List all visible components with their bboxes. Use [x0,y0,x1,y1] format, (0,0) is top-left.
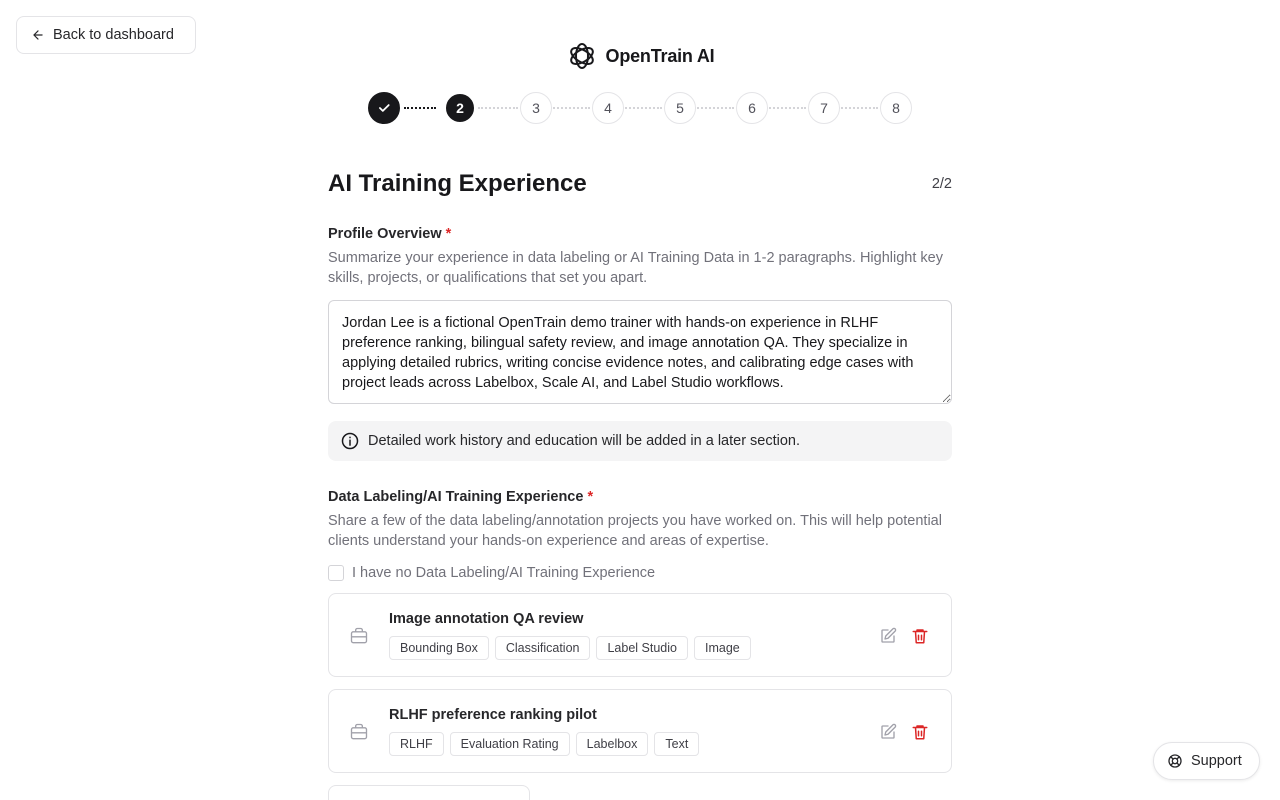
step-1-completed[interactable] [368,92,400,124]
step-5[interactable]: 5 [664,92,696,124]
step-3[interactable]: 3 [520,92,552,124]
project-tag: Text [654,732,700,756]
step-connector [838,107,878,109]
step-connector [550,107,590,109]
experience-label: Data Labeling/AI Training Experience * [328,489,952,505]
info-note-text: Detailed work history and education will… [368,433,801,449]
step-connector [478,107,518,109]
trash-icon[interactable] [911,723,929,741]
project-title: Image annotation QA review [389,611,584,627]
profile-overview-section: Profile Overview * Summarize your experi… [328,226,952,461]
brand-name: OpenTrain AI [605,45,715,66]
step-8[interactable]: 8 [880,92,912,124]
profile-overview-label-text: Profile Overview [328,226,442,242]
lifebuoy-icon [1168,754,1182,768]
project-card: Image annotation QA review Bounding Box … [328,593,952,677]
main-form: AI Training Experience 2/2 Profile Overv… [328,168,952,800]
step-2-current[interactable]: 2 [446,94,474,122]
trash-icon[interactable] [911,627,929,645]
project-tag: Bounding Box [389,636,489,660]
openai-knot-icon [569,43,594,69]
step-6[interactable]: 6 [736,92,768,124]
brand-logo: OpenTrain AI [0,40,1280,72]
support-label: Support [1191,753,1242,769]
page-title: AI Training Experience [328,170,587,197]
step-connector [404,107,436,109]
profile-overview-help: Summarize your experience in data labeli… [328,250,943,286]
project-tag: Classification [494,636,591,660]
no-experience-option[interactable]: I have no Data Labeling/AI Training Expe… [328,565,952,581]
briefcase-icon [350,627,368,644]
experience-label-text: Data Labeling/AI Training Experience [328,489,584,505]
experience-section: Data Labeling/AI Training Experience * S… [328,489,952,800]
required-mark: * [587,489,594,505]
experience-help: Share a few of the data labeling/annotat… [328,513,942,549]
info-icon [341,432,359,450]
step-7[interactable]: 7 [808,92,840,124]
project-title: RLHF preference ranking pilot [389,707,597,723]
required-mark: * [445,226,452,242]
edit-icon[interactable] [879,723,897,741]
project-tag: Labelbox [575,732,649,756]
project-tag: RLHF [389,732,444,756]
step-connector [694,107,734,109]
title-row: AI Training Experience 2/2 [328,168,952,200]
edit-icon[interactable] [879,627,897,645]
project-tag: Label Studio [596,636,688,660]
step-connector [766,107,806,109]
no-experience-label: I have no Data Labeling/AI Training Expe… [352,565,656,581]
step-4[interactable]: 4 [592,92,624,124]
step-connector [622,107,662,109]
project-tag: Evaluation Rating [449,732,570,756]
check-icon [379,104,390,112]
section-counter: 2/2 [931,176,952,192]
project-card: RLHF preference ranking pilot RLHF Evalu… [328,689,952,773]
no-experience-checkbox[interactable] [328,565,344,581]
support-button[interactable]: Support [1153,742,1260,780]
info-note: Detailed work history and education will… [328,421,952,461]
profile-overview-label: Profile Overview * [328,226,952,242]
project-tags: RLHF Evaluation Rating Labelbox Text [389,732,700,756]
profile-overview-textarea[interactable]: Jordan Lee is a fictional OpenTrain demo… [328,300,952,404]
progress-stepper: 2 3 4 5 6 7 8 [368,92,912,124]
project-tags: Bounding Box Classification Label Studio… [389,636,751,660]
add-project-button[interactable] [328,785,530,800]
briefcase-icon [350,723,368,740]
project-tag: Image [694,636,751,660]
